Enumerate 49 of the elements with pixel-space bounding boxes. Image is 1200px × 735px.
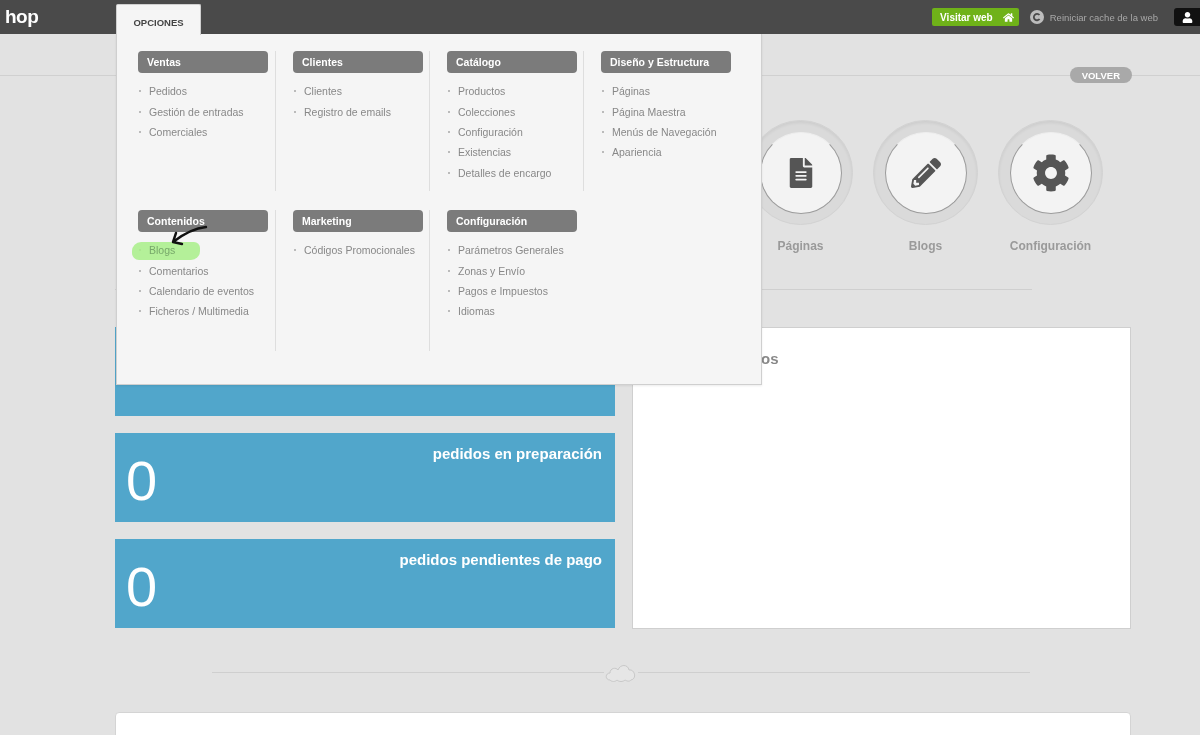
menu-section-header: Clientes (293, 51, 423, 73)
panel-title: os (761, 350, 779, 367)
gear-icon (1031, 153, 1070, 192)
user-icon (1181, 11, 1193, 23)
menu-section-header: Contenidos (138, 210, 268, 232)
visit-site-button[interactable]: Visitar web (932, 8, 1019, 26)
menu-item[interactable]: Calendario de eventos (149, 284, 255, 297)
shortcut-label: Páginas (777, 239, 824, 253)
menu-section-header: Ventas (138, 51, 268, 73)
back-button[interactable]: VOLVER (1069, 67, 1132, 83)
menu-item[interactable]: Gestión de entradas (149, 105, 244, 118)
stat-label: pedidos en preparación (432, 445, 602, 464)
menu-item[interactable]: Configuración (458, 125, 523, 138)
menu-item[interactable]: Ficheros / Multimedia (149, 305, 249, 318)
shortcut-label: Configuración (1009, 239, 1092, 253)
stat-value: 0 (126, 558, 158, 615)
menu-item[interactable]: Parámetros Generales (458, 244, 564, 257)
menu-section-header: Marketing (293, 210, 423, 232)
refresh-icon (1029, 10, 1044, 24)
menu-item[interactable]: Apariencia (612, 146, 662, 159)
menu-item[interactable]: Detalles de encargo (458, 166, 552, 179)
home-icon (1002, 11, 1014, 23)
reset-cache-link[interactable]: Reiniciar cache de la web (1029, 10, 1158, 24)
menu-item[interactable]: Clientes (304, 85, 342, 98)
menu-item[interactable]: Pagos e Impuestos (458, 284, 548, 297)
logo: hop (5, 6, 39, 28)
menu-item[interactable]: Existencias (458, 146, 512, 159)
menu-item[interactable]: Colecciones (458, 105, 516, 118)
menu-item[interactable]: Códigos Promocionales (304, 244, 415, 257)
menu-item[interactable]: Comerciales (149, 125, 208, 138)
menu-item[interactable]: Página Maestra (612, 105, 686, 118)
menu-section-header: Configuración (447, 210, 577, 232)
shortcut-label: Blogs (908, 239, 943, 253)
pencil-icon (910, 157, 941, 188)
user-button[interactable] (1174, 8, 1200, 26)
menu-item[interactable]: Registro de emails (304, 105, 391, 118)
stat-label: pedidos pendientes de pago (399, 551, 602, 570)
menu-item[interactable]: Comentarios (149, 264, 209, 277)
menu-item[interactable]: Idiomas (458, 305, 495, 318)
options-tab[interactable]: OPCIONES (116, 4, 201, 35)
menu-item[interactable]: Pedidos (149, 85, 187, 98)
menu-item[interactable]: Páginas (612, 85, 650, 98)
menu-section-header: Catálogo (447, 51, 577, 73)
menu-section-header: Diseño y Estructura (601, 51, 731, 73)
menu-item[interactable]: Zonas y Envío (458, 264, 526, 277)
menu-item[interactable]: Blogs (149, 244, 176, 257)
menu-item[interactable]: Menús de Navegación (612, 125, 717, 138)
menu-item[interactable]: Productos (458, 85, 506, 98)
stat-value: 0 (126, 452, 158, 509)
